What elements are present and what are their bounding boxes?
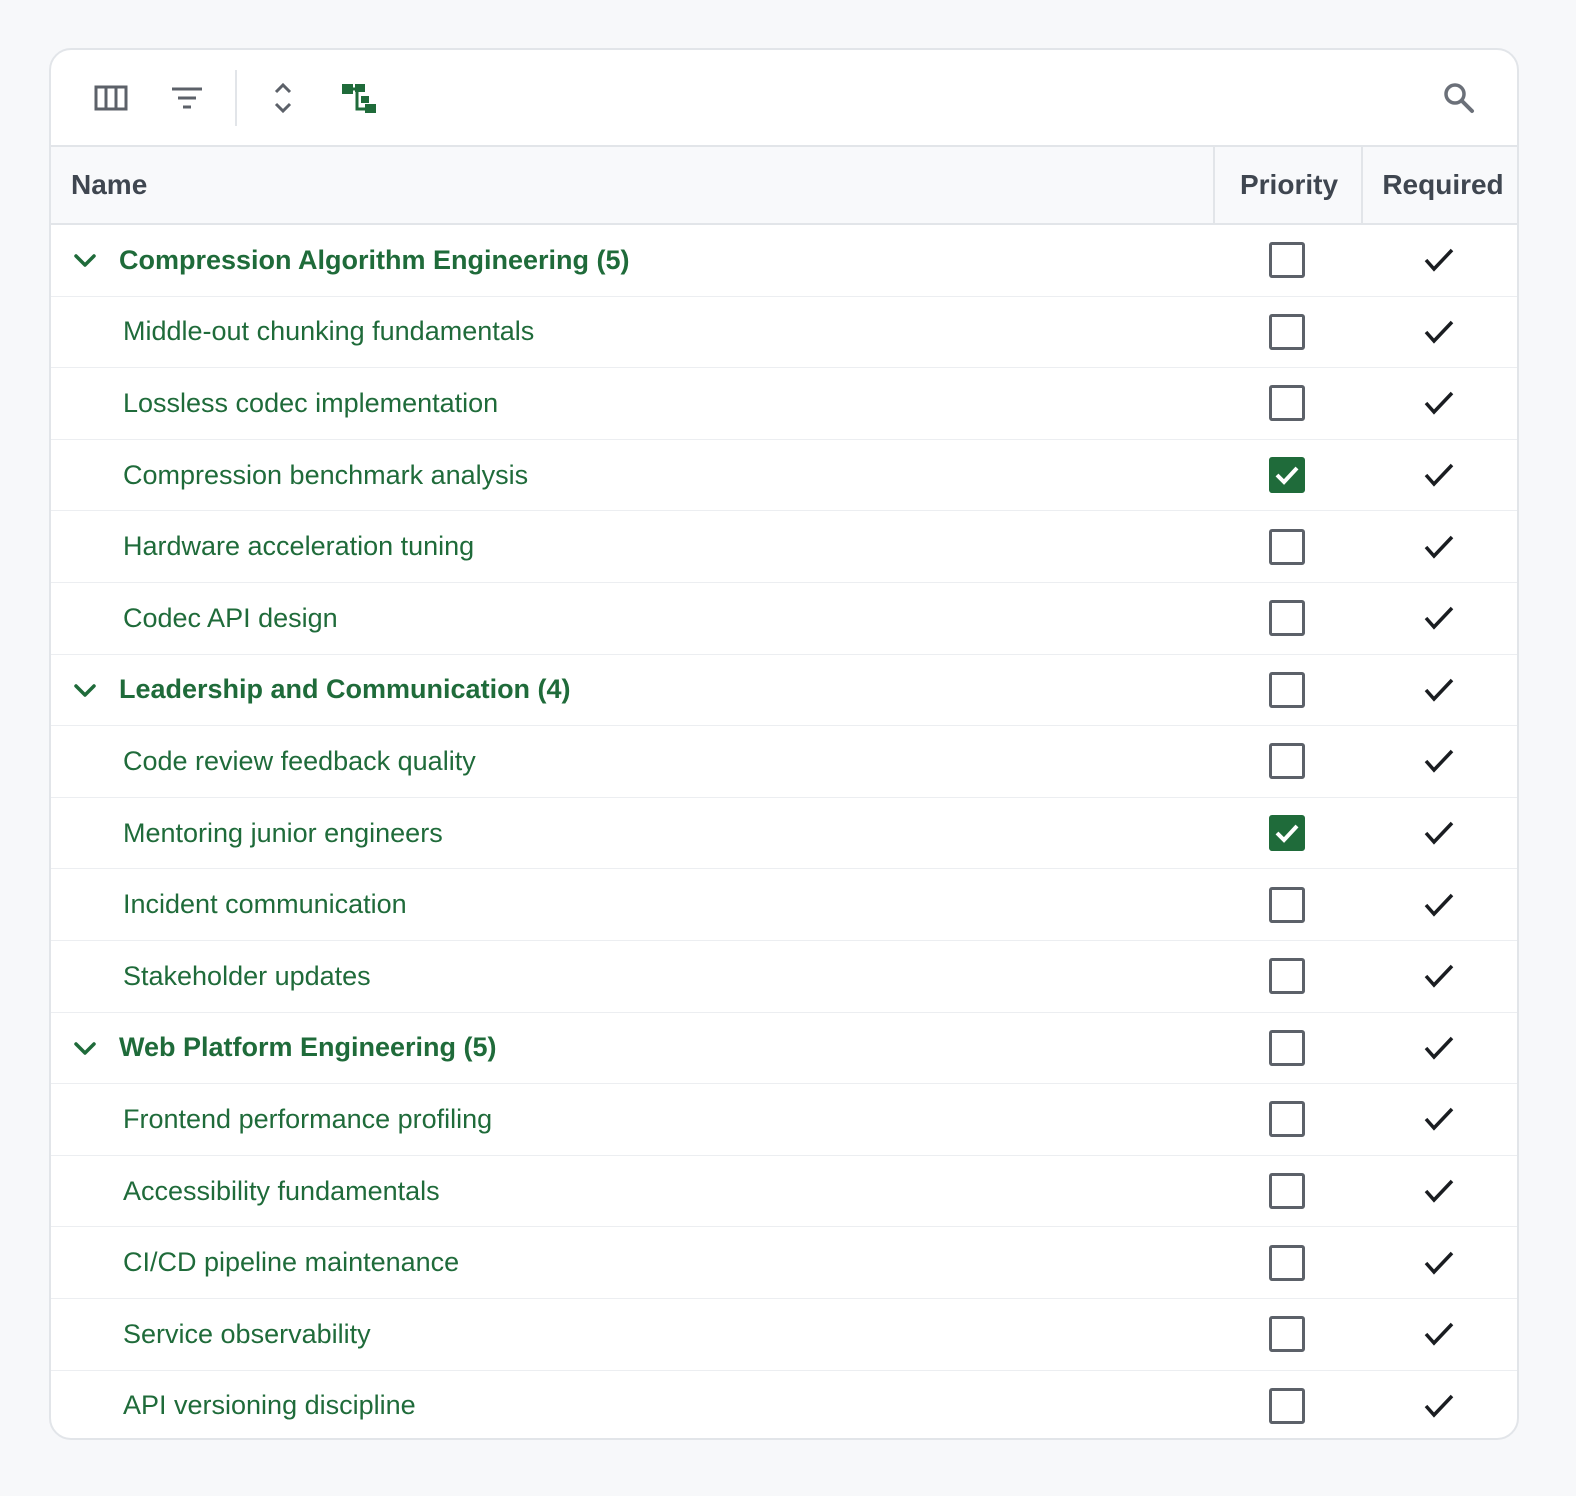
priority-checkbox[interactable] [1269,815,1305,852]
row-label: Stakeholder updates [123,960,371,991]
priority-checkbox[interactable] [1269,385,1305,422]
priority-checkbox[interactable] [1269,1387,1305,1424]
table-row[interactable]: Lossless codec implementation [51,368,1517,440]
required-check-icon [1423,388,1455,418]
group-row[interactable]: Leadership and Communication (4) [51,655,1517,727]
table-row[interactable]: Middle-out chunking fundamentals [51,297,1517,369]
row-label: Codec API design [123,602,338,633]
tree-view-icon [342,84,376,113]
row-label: Service observability [123,1318,371,1349]
required-check-icon [1423,317,1455,347]
priority-checkbox[interactable] [1269,958,1305,995]
chevron-down-icon[interactable] [73,678,97,702]
search-icon [1444,83,1474,113]
search-button[interactable] [1435,74,1483,122]
table-row[interactable]: CI/CD pipeline maintenance [51,1227,1517,1299]
required-check-icon [1423,818,1455,848]
required-check-icon [1423,1104,1455,1134]
chevron-down-icon[interactable] [73,248,97,272]
required-check-icon [1423,961,1455,991]
column-header-priority[interactable]: Priority [1213,147,1363,223]
required-check-icon [1423,1176,1455,1206]
required-check-icon [1423,746,1455,776]
group-label: Compression Algorithm Engineering (5) [119,244,630,275]
grid-body: Compression Algorithm Engineering (5) Mid… [51,225,1517,1439]
table-row[interactable]: Stakeholder updates [51,941,1517,1013]
row-label: Hardware acceleration tuning [123,531,475,562]
row-label: Lossless codec implementation [123,387,499,418]
group-row[interactable]: Compression Algorithm Engineering (5) [51,225,1517,297]
row-label: Frontend performance profiling [123,1103,493,1134]
required-check-icon [1423,245,1455,275]
table-row[interactable]: Hardware acceleration tuning [51,511,1517,583]
filter-icon [172,87,202,109]
row-label: Compression benchmark analysis [123,459,529,490]
columns-icon [94,85,128,111]
row-label: Code review feedback quality [123,745,476,776]
expand-collapse-icon [274,82,292,114]
table-row[interactable]: Incident communication [51,869,1517,941]
required-check-icon [1423,603,1455,633]
table-row[interactable]: Frontend performance profiling [51,1084,1517,1156]
priority-checkbox[interactable] [1269,1244,1305,1281]
row-label: CI/CD pipeline maintenance [123,1247,460,1278]
filter-button[interactable] [163,74,211,122]
row-label: Incident communication [123,889,407,920]
row-label: Accessibility fundamentals [123,1175,440,1206]
priority-checkbox[interactable] [1269,1316,1305,1353]
priority-checkbox[interactable] [1269,671,1305,708]
priority-checkbox[interactable] [1269,457,1305,494]
chevron-down-icon[interactable] [73,1036,97,1060]
row-label: Middle-out chunking fundamentals [123,316,535,347]
row-label: Mentoring junior engineers [123,817,443,848]
table-row[interactable]: Codec API design [51,583,1517,655]
columns-button[interactable] [87,74,135,122]
priority-checkbox[interactable] [1269,1029,1305,1066]
column-header-name[interactable]: Name [71,147,147,223]
table-row[interactable]: Code review feedback quality [51,726,1517,798]
expand-collapse-button[interactable] [259,74,307,122]
table-row[interactable]: Mentoring junior engineers [51,798,1517,870]
table-row[interactable]: Accessibility fundamentals [51,1156,1517,1228]
priority-checkbox[interactable] [1269,313,1305,350]
row-label: API versioning discipline [123,1390,416,1421]
data-grid-panel: Name Priority Required Compression Algor… [49,48,1519,1440]
priority-checkbox[interactable] [1269,600,1305,637]
priority-checkbox[interactable] [1269,886,1305,923]
required-check-icon [1423,675,1455,705]
priority-checkbox[interactable] [1269,1101,1305,1138]
grid-header: Name Priority Required [51,147,1517,225]
priority-checkbox[interactable] [1269,242,1305,279]
column-header-required[interactable]: Required [1361,147,1517,223]
table-row[interactable]: Service observability [51,1299,1517,1371]
required-check-icon [1423,1319,1455,1349]
required-check-icon [1423,890,1455,920]
priority-checkbox[interactable] [1269,528,1305,565]
grid-toolbar [51,50,1517,147]
priority-checkbox[interactable] [1269,743,1305,780]
group-row[interactable]: Web Platform Engineering (5) [51,1013,1517,1085]
priority-checkbox[interactable] [1269,1173,1305,1210]
required-check-icon [1423,1033,1455,1063]
required-check-icon [1423,532,1455,562]
required-check-icon [1423,460,1455,490]
required-check-icon [1423,1248,1455,1278]
group-label: Leadership and Communication (4) [119,674,571,705]
required-check-icon [1423,1391,1455,1421]
table-row[interactable]: Compression benchmark analysis [51,440,1517,512]
toolbar-divider [235,70,237,126]
tree-view-button[interactable] [335,74,383,122]
group-label: Web Platform Engineering (5) [119,1032,497,1063]
table-row[interactable]: API versioning discipline [51,1371,1517,1439]
